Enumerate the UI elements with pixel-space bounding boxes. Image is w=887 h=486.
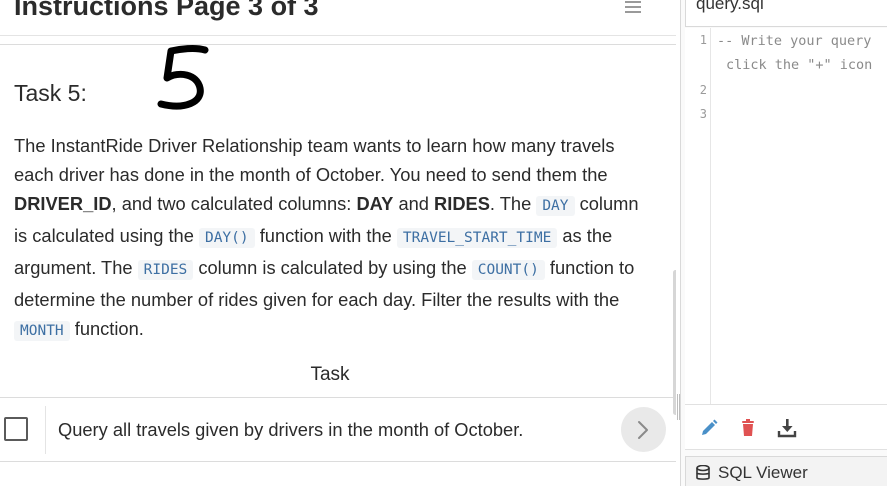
desc-text: function with the [254,225,397,246]
sql-viewer-tab[interactable]: SQL Viewer [685,456,887,486]
desc-text: The InstantRide Driver Relationship team… [14,135,615,185]
code-month: MONTH [14,321,70,341]
header-divider [0,44,676,45]
instructions-panel: Instructions Page 3 of 3 Task 5: The Ins… [0,0,676,486]
database-icon [696,465,710,480]
handwritten-annotation [157,44,209,110]
line-number: 1 [699,33,707,47]
code-travel-start-time: TRAVEL_START_TIME [396,228,558,248]
task-heading: Task 5: [14,80,87,106]
file-tab[interactable]: query.sql [685,0,887,27]
editor-toolbar [685,404,887,450]
hamburger-menu-icon[interactable] [625,1,641,15]
download-icon[interactable] [777,418,797,438]
task-go-button[interactable] [621,407,666,452]
desc-text: and [393,193,435,214]
code-count-function: COUNT() [471,260,545,280]
pencil-icon[interactable] [699,418,719,438]
code-line[interactable]: -- Write your query [717,33,871,49]
desc-bold-driver-id: DRIVER_ID [14,193,112,214]
task-item-text: Query all travels given by drivers in th… [58,419,524,440]
sql-viewer-label: SQL Viewer [718,463,808,482]
code-editor[interactable]: 1 2 3 -- Write your query click the "+" … [685,28,887,404]
desc-bold-day: DAY [356,193,394,214]
instructions-scrollbar[interactable] [673,270,676,415]
trash-icon[interactable] [738,418,758,438]
desc-text: function. [69,318,144,339]
code-day-function: DAY() [198,228,255,248]
task-section-label: Task [310,364,350,385]
desc-bold-rides: RIDES [434,193,490,214]
code-rides: RIDES [137,260,194,280]
instructions-header: Instructions Page 3 of 3 [0,0,676,36]
code-day: DAY [536,196,575,216]
line-gutter: 1 2 3 [685,28,711,404]
chevron-right-icon [638,421,648,439]
task-row-divider [45,406,46,454]
line-number: 3 [699,107,707,121]
task-item: Query all travels given by drivers in th… [0,397,676,462]
desc-text: . The [489,193,537,214]
desc-text: , and two calculated columns: [111,193,357,214]
task-checkbox[interactable] [4,417,28,441]
line-number: 2 [699,83,707,97]
task-description: The InstantRide Driver Relationship team… [14,131,654,346]
desc-text: column is calculated by using the [193,257,472,278]
code-line-wrap[interactable]: click the "+" icon [726,57,872,73]
page-title: Instructions Page 3 of 3 [14,0,319,21]
file-tab-label: query.sql [696,0,764,13]
editor-panel: query.sql 1 2 3 -- Write your query clic… [680,0,887,486]
